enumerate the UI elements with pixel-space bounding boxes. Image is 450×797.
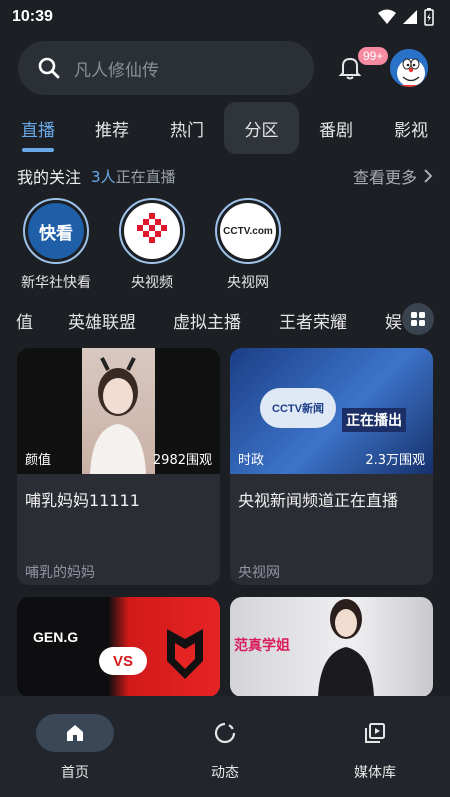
xinhua-logo-text: 快看: [39, 223, 73, 244]
cctv-news-logo: CCTV新闻: [260, 388, 336, 428]
category-strip: 值 英雄联盟 虚拟主播 王者荣耀 娱: [0, 300, 450, 340]
nav-library[interactable]: 媒体库: [300, 696, 450, 797]
card-category-tag: 时政: [238, 453, 265, 468]
grid-icon: [411, 312, 425, 326]
nav-activity-pill: [186, 714, 264, 752]
following-title: 我的关注: [17, 168, 82, 187]
card-thumbnail: 范真学姐: [230, 597, 433, 697]
card-thumbnail: 颜值 2982围观: [17, 348, 220, 474]
tab-movies[interactable]: 影视: [383, 102, 439, 154]
tab-bar: 直播 推荐 热门 分区 番剧 影视: [0, 100, 450, 156]
chevron-right-icon: [424, 169, 433, 183]
wifi-icon: [378, 9, 396, 24]
cctv-logo-text: CCTV.com: [223, 225, 273, 237]
on-air-banner: 正在播出: [342, 408, 406, 432]
category-grid-button[interactable]: [402, 303, 434, 335]
category-item[interactable]: 值: [16, 308, 33, 333]
category-item[interactable]: 娱: [385, 308, 402, 333]
doraemon-avatar-icon: [390, 49, 428, 87]
stream-overlay-title: 范真学姐: [234, 635, 290, 655]
channel-xinhua[interactable]: 快看 新华社快看: [16, 198, 96, 292]
tab-hot[interactable]: 热门: [159, 102, 215, 154]
live-card[interactable]: 范真学姐: [230, 597, 433, 697]
category-item[interactable]: 王者荣耀: [279, 308, 347, 333]
nav-label: 媒体库: [354, 765, 396, 781]
status-icons: [378, 8, 434, 26]
channel-cctv-web[interactable]: CCTV.com 央视网: [208, 198, 288, 292]
cctv-news-logo-text: CCTV新闻: [272, 403, 324, 415]
card-owner: 哺乳的妈妈: [25, 565, 95, 581]
card-thumbnail: CCTV新闻 正在播出 时政 2.3万围观: [230, 348, 433, 474]
xinhua-logo-icon: 快看: [28, 203, 84, 259]
avatar[interactable]: [388, 47, 430, 89]
person-silhouette-icon: [318, 599, 374, 697]
category-item[interactable]: 虚拟主播: [173, 308, 241, 333]
followed-channels: 快看 新华社快看 央视频 CCTV.com 央视网: [16, 198, 288, 292]
channel-name: 央视频: [131, 275, 173, 291]
search-row: 凡人修仙传 99+: [18, 40, 438, 96]
category-item[interactable]: 英雄联盟: [68, 308, 136, 333]
following-count-number: 3人: [91, 167, 116, 186]
on-air-text: 正在播出: [346, 413, 402, 429]
team-crest-icon: [167, 629, 203, 679]
card-title: 哺乳妈妈11111: [25, 491, 140, 510]
card-category-tag: 颜值: [25, 453, 52, 468]
cctv-logo-icon: CCTV.com: [220, 203, 276, 259]
battery-icon: [424, 8, 434, 26]
streamer-photo: [82, 348, 155, 474]
diamond-grid-icon: [137, 213, 167, 243]
search-placeholder: 凡人修仙传: [74, 60, 159, 81]
see-more-label: 查看更多: [352, 168, 417, 187]
status-bar: 10:39: [0, 0, 450, 34]
card-viewers: 2982围观: [152, 453, 212, 468]
bottom-navigation: 首页 动态 媒体库: [0, 696, 450, 797]
search-input[interactable]: 凡人修仙传: [18, 41, 314, 95]
nav-activity[interactable]: 动态: [150, 696, 300, 797]
following-count: 3人正在直播: [91, 166, 176, 187]
channel-avatar-ring: [119, 198, 185, 264]
channel-name: 央视网: [227, 275, 269, 291]
library-icon: [365, 723, 385, 743]
nav-home[interactable]: 首页: [0, 696, 150, 797]
card-viewers: 2.3万围观: [365, 453, 425, 468]
notification-badge: 99+: [358, 47, 389, 65]
card-title: 央视新闻频道正在直播: [238, 491, 399, 510]
card-owner: 央视网: [238, 565, 280, 581]
tab-anime[interactable]: 番剧: [308, 102, 364, 154]
tab-category[interactable]: 分区: [224, 102, 299, 154]
search-icon: [38, 57, 60, 79]
channel-avatar-ring: CCTV.com: [215, 198, 281, 264]
see-more-button[interactable]: 查看更多: [353, 164, 433, 188]
vs-badge: VS: [99, 647, 147, 675]
card-thumbnail: GEN.G VS: [17, 597, 220, 697]
live-card[interactable]: CCTV新闻 正在播出 时政 2.3万围观 央视新闻频道正在直播 央视网: [230, 348, 433, 585]
yangshipin-logo-icon: [124, 203, 180, 259]
following-count-text: 正在直播: [115, 167, 176, 186]
tab-live[interactable]: 直播: [10, 102, 66, 154]
channel-name: 新华社快看: [21, 275, 91, 291]
status-time: 10:39: [12, 8, 53, 25]
signal-icon: [403, 10, 417, 24]
overlay-text: 范真学姐: [234, 638, 290, 654]
tab-recommend[interactable]: 推荐: [84, 102, 140, 154]
activity-icon: [214, 722, 236, 744]
following-header: 我的关注 3人正在直播 查看更多: [17, 162, 433, 190]
live-card[interactable]: GEN.G VS: [17, 597, 220, 697]
nav-label: 动态: [211, 765, 239, 781]
person-silhouette-icon: [90, 357, 146, 474]
live-card[interactable]: 颜值 2982围观 哺乳妈妈11111 哺乳的妈妈: [17, 348, 220, 585]
nav-home-pill: [36, 714, 114, 752]
gen-g-logo-text: GEN.G: [33, 629, 79, 645]
nav-library-pill: [336, 714, 414, 752]
channel-cctv-video[interactable]: 央视频: [112, 198, 192, 292]
channel-avatar-ring: 快看: [23, 198, 89, 264]
gen-g-logo: GEN.G: [33, 627, 78, 646]
nav-label: 首页: [61, 765, 89, 781]
home-icon: [67, 725, 83, 741]
